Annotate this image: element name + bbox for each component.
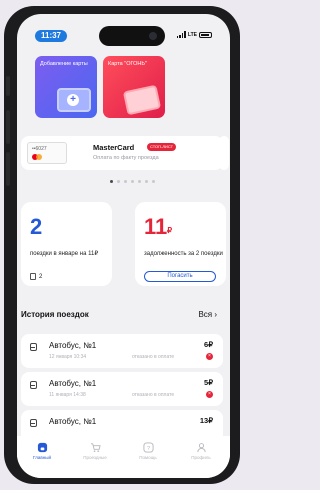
mastercard-mini-card: ••6027 [27,142,67,164]
trips-desc: поездки в январе на 11₽ [30,251,99,257]
ogon-card-illustration-icon [122,84,162,116]
trip-route: Автобус, №1 [49,379,97,388]
svg-text:?: ? [146,446,149,452]
page-dot[interactable] [110,180,113,183]
network-label: LTE [187,31,197,38]
signal-icon [176,31,186,38]
history-header: История поездок Вся › [21,310,217,322]
bus-icon [30,381,37,389]
camera-icon [149,32,157,40]
declined-icon: × [206,391,213,398]
volume-down-button [6,152,10,186]
bus-icon [30,419,37,427]
help-icon: ? [142,442,154,453]
trip-route: Автобус, №1 [49,341,97,350]
add-card-tile[interactable]: Добавление карты + [35,56,97,118]
home-icon [37,442,47,453]
pay-debt-button[interactable]: Погасить [144,271,216,282]
bus-icon [30,343,37,351]
page-dot[interactable] [152,180,155,183]
tab-profile[interactable]: Профиль [176,442,226,460]
tab-profile-label: Профиль [191,455,211,460]
app-screen: 11:37 LTE Добавление карты + Карта "ОГОН… [17,14,230,478]
card-number: ••6027 [32,146,47,152]
cart-icon [90,443,101,452]
cards-carousel: Добавление карты + Карта "ОГОНЬ" [35,56,165,118]
trips-count: 2 [30,214,43,239]
debt-stat-card[interactable]: 11 ₽ задолженность за 2 поездки Погасить [135,202,226,286]
tab-home[interactable]: Главный [17,442,67,460]
card-subtitle: Оплата по факту проезда [93,155,159,161]
next-card-peek[interactable] [219,136,229,170]
status-indicators: LTE [176,31,212,38]
page-dot[interactable] [145,180,148,183]
battery-icon [199,31,212,38]
ogon-card-label: Карта "ОГОНЬ" [108,61,147,67]
debt-desc: задолженность за 2 поездки [144,251,223,257]
page-dot[interactable] [117,180,120,183]
trips-chip: 2 [30,273,42,280]
volume-up-button [6,110,10,144]
trip-status: отказано в оплате [132,392,175,398]
tab-help-label: Помощь [139,455,157,460]
debt-amount: 11 [144,214,168,239]
mastercard-logo-icon [32,154,42,160]
trip-route: Автобус, №1 [49,417,97,426]
debt-currency: ₽ [167,226,173,235]
plus-icon: + [67,94,79,106]
history-all-link[interactable]: Вся › [198,310,217,319]
history-title: История поездок [21,310,89,319]
trip-status: отказано в оплате [132,354,175,360]
page-dot[interactable] [131,180,134,183]
mastercard-tile[interactable]: ••6027 MasterCard СТОП-ЛИСТ Оплата по фа… [21,136,229,170]
tab-help[interactable]: ? Помощь [123,442,173,460]
declined-icon: × [206,353,213,360]
page-dot[interactable] [124,180,127,183]
ticket-icon [30,273,36,280]
trip-price: 6₽ [204,340,213,349]
ogon-card-tile[interactable]: Карта "ОГОНЬ" [103,56,165,118]
stop-list-badge: СТОП-ЛИСТ [147,143,177,151]
trip-row[interactable]: Автобус, №1 12 января 10:34 отказано в о… [21,334,223,368]
tab-passes[interactable]: Проездные [70,442,120,460]
status-time: 11:37 [35,30,67,42]
trip-date: 11 января 14:38 [49,392,86,398]
status-bar: 11:37 LTE [17,14,230,54]
page-dot[interactable] [138,180,141,183]
trip-row[interactable]: Автобус, №1 11 января 14:38 отказано в о… [21,372,223,406]
trip-date: 12 января 10:34 [49,354,87,360]
dynamic-island [99,26,165,46]
trip-price: 13₽ [199,416,213,425]
trips-chip-count: 2 [39,273,43,280]
profile-icon [196,443,206,453]
trips-stat-card[interactable]: 2 поездки в январе на 11₽ 2 [21,202,112,286]
add-card-label: Добавление карты [40,61,88,67]
tab-home-label: Главный [33,455,51,460]
carousel-pagination [110,180,155,183]
mute-switch [6,76,10,96]
card-title: MasterCard [93,143,135,152]
trip-price: 5₽ [204,378,213,387]
tab-passes-label: Проездные [83,455,107,460]
tab-bar: Главный Проездные ? Помощь Профиль [17,436,230,478]
